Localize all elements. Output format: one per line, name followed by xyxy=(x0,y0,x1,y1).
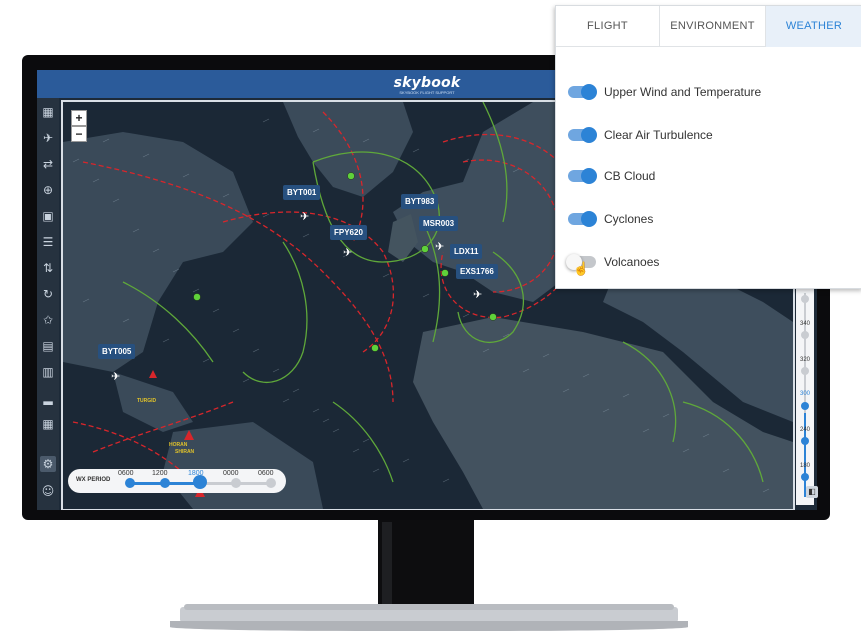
aircraft-icon[interactable]: ✈ xyxy=(40,130,56,146)
wallet-icon[interactable]: ▤ xyxy=(40,338,56,354)
cb-cloud-toggle[interactable] xyxy=(568,168,597,184)
wx-time-label: 0600 xyxy=(258,470,274,477)
layers-toggle-icon[interactable]: ◧ xyxy=(806,486,818,498)
monitor-stand-neck xyxy=(378,520,474,612)
document-icon[interactable]: ☰ xyxy=(40,234,56,250)
wx-time-label: 0000 xyxy=(223,470,239,477)
level-label: 340 xyxy=(799,321,810,327)
level-label: 240 xyxy=(799,427,810,433)
wx-step-dot[interactable] xyxy=(125,478,135,488)
upper-wind-toggle[interactable] xyxy=(568,84,597,100)
aircraft-icon[interactable]: ✈ xyxy=(111,372,120,383)
flight-level-slider[interactable]: 360 340 320 300 240 180 xyxy=(796,285,814,505)
monitor-base-shadow xyxy=(170,621,688,631)
level-dot[interactable] xyxy=(801,295,809,303)
storm-label: HORAN xyxy=(169,442,188,448)
turbulence-label: Clear Air Turbulence xyxy=(604,128,713,142)
wx-time-label: 1200 xyxy=(152,470,168,477)
storm-label: TURGID xyxy=(137,398,157,404)
layers-panel: FLIGHT ENVIRONMENT WEATHER Upper Wind an… xyxy=(555,5,861,289)
weather-settings-icon[interactable]: ⚙ xyxy=(40,456,56,472)
level-dot[interactable] xyxy=(801,473,809,481)
level-dot[interactable] xyxy=(801,331,809,339)
globe-icon[interactable]: ⊕ xyxy=(40,182,56,198)
level-dot[interactable] xyxy=(801,437,809,445)
toggle-knob xyxy=(581,127,597,143)
user-icon[interactable]: ☺ xyxy=(40,483,56,499)
flight-label-fpy620[interactable]: FPY620 xyxy=(330,225,367,240)
wx-time-label: 0600 xyxy=(118,470,134,477)
tab-environment[interactable]: ENVIRONMENT xyxy=(660,6,766,47)
toggle-knob xyxy=(581,168,597,184)
cyclones-label: Cyclones xyxy=(604,212,654,226)
aircraft-icon[interactable]: ✈ xyxy=(300,212,309,223)
level-label-selected: 300 xyxy=(799,391,810,397)
zoom-out-button[interactable]: − xyxy=(71,126,87,142)
aircraft-icon[interactable]: ✈ xyxy=(435,242,444,253)
tab-flight[interactable]: FLIGHT xyxy=(556,6,660,47)
level-label: 180 xyxy=(799,463,810,469)
flight-label-exs1766[interactable]: EXS1766 xyxy=(456,264,498,279)
clipboard-icon[interactable]: ▥ xyxy=(40,364,56,380)
wx-step-dot[interactable] xyxy=(266,478,276,488)
storm-label: SHIRAN xyxy=(175,449,195,455)
pin-icon[interactable]: ✩ xyxy=(40,312,56,328)
zoom-in-button[interactable]: + xyxy=(71,110,87,126)
flight-label-msr003[interactable]: MSR003 xyxy=(419,216,459,231)
toggle-knob xyxy=(581,211,597,227)
wx-slider-handle[interactable] xyxy=(193,475,207,489)
level-slider-handle[interactable] xyxy=(801,402,809,410)
level-label: 320 xyxy=(799,357,810,363)
wx-period-label: WX PERIOD xyxy=(76,477,111,483)
tab-weather[interactable]: WEATHER xyxy=(766,6,861,47)
route-icon[interactable]: ⇄ xyxy=(40,156,56,172)
transfer-icon[interactable]: ⇅ xyxy=(40,260,56,276)
wx-step-dot[interactable] xyxy=(160,478,170,488)
toggle-knob xyxy=(581,84,597,100)
flight-label-byt001[interactable]: BYT001 xyxy=(283,185,321,200)
cyclones-toggle[interactable] xyxy=(568,211,597,227)
grid-icon[interactable]: ▦ xyxy=(40,104,56,120)
monitor-icon[interactable]: ▣ xyxy=(40,208,56,224)
cb-cloud-label: CB Cloud xyxy=(604,169,656,183)
aircraft-icon[interactable]: ✈ xyxy=(343,248,352,259)
wx-period-slider[interactable]: WX PERIOD 0600 1200 1800 0000 0600 xyxy=(68,469,286,493)
flight-label-byt005[interactable]: BYT005 xyxy=(98,344,136,359)
flight-label-ldx11[interactable]: LDX11 xyxy=(450,244,483,259)
flight-label-byt983[interactable]: BYT983 xyxy=(401,194,439,209)
table-icon[interactable]: ▦ xyxy=(40,416,56,432)
refresh-icon[interactable]: ↻ xyxy=(40,286,56,302)
monitor-base-top xyxy=(184,604,674,610)
level-dot[interactable] xyxy=(801,367,809,375)
wx-step-dot[interactable] xyxy=(231,478,241,488)
upper-wind-label: Upper Wind and Temperature xyxy=(604,85,762,99)
volcanoes-label: Volcanoes xyxy=(604,255,660,269)
aircraft-icon[interactable]: ✈ xyxy=(473,290,482,301)
chart-icon[interactable]: ▂ xyxy=(40,390,56,406)
level-track-filled xyxy=(804,413,806,497)
sidebar: ▦ ✈ ⇄ ⊕ ▣ ☰ ⇅ ↻ ✩ ▤ ▥ ▂ ▦ ⚙ ☺ xyxy=(37,98,59,510)
hand-cursor-icon: ☝ xyxy=(573,261,590,276)
monitor-stand-highlight xyxy=(382,522,392,610)
turbulence-toggle[interactable] xyxy=(568,127,597,143)
